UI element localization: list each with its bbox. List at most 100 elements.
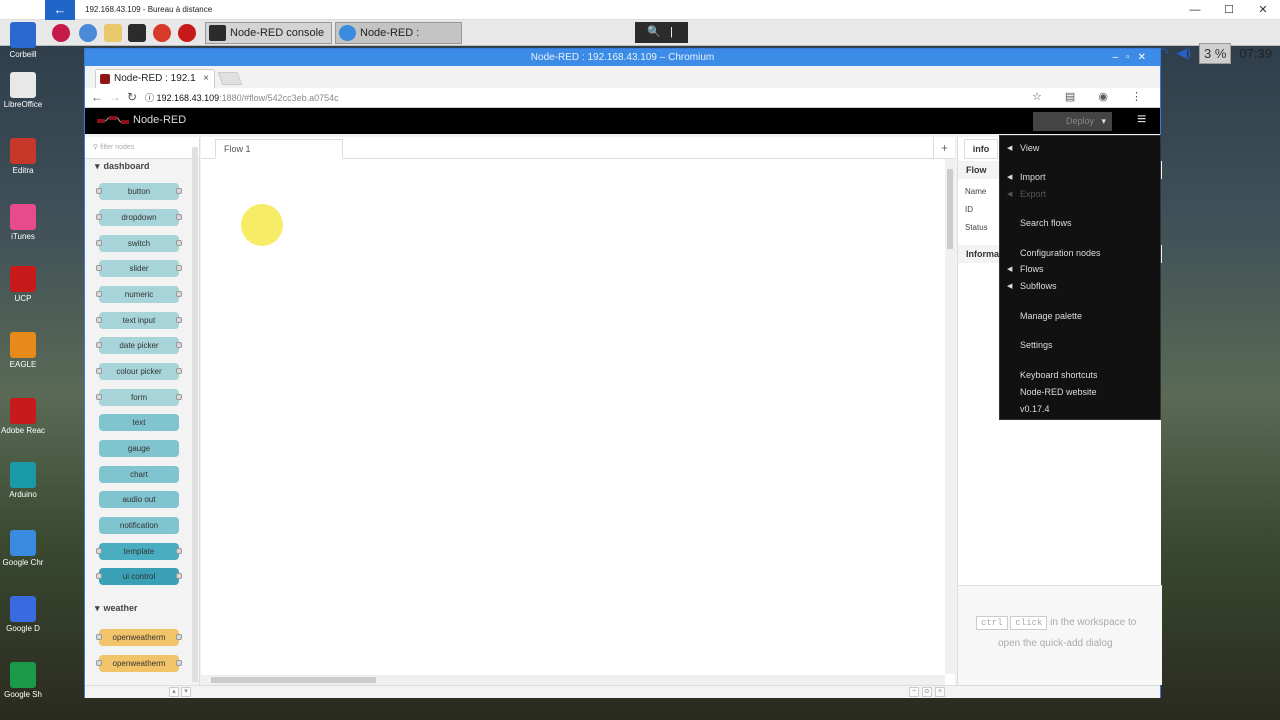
- browser-tab[interactable]: Node-RED : 192.1 ×: [95, 69, 215, 88]
- menu-item-configuration-nodes[interactable]: Configuration nodes: [1020, 248, 1101, 258]
- palette-node[interactable]: switch: [96, 235, 182, 252]
- tab-close-icon[interactable]: ×: [203, 70, 209, 88]
- desktop-icon[interactable]: Google Sh: [0, 662, 46, 699]
- browser-icon[interactable]: [79, 24, 97, 42]
- app-icon: [10, 462, 36, 488]
- app-icon: [10, 662, 36, 688]
- palette-node[interactable]: notification: [99, 517, 179, 534]
- desktop-icon-label: Arduino: [9, 490, 37, 499]
- menu-item-keyboard-shortcuts[interactable]: Keyboard shortcuts: [1020, 370, 1098, 380]
- palette-scrollbar[interactable]: [192, 147, 198, 682]
- volume-icon[interactable]: ◀): [1177, 45, 1191, 61]
- palette-node[interactable]: openweatherm: [96, 629, 182, 646]
- palette-node-label: template: [123, 547, 155, 556]
- desktop-icon[interactable]: Arduino: [0, 462, 46, 499]
- rdp-zoom-toolbar[interactable]: 🔍 | ···: [635, 22, 688, 59]
- palette-node[interactable]: text: [99, 414, 179, 431]
- add-flow-button[interactable]: +: [933, 137, 955, 159]
- palette-category-weather[interactable]: ▾ weather: [85, 601, 192, 616]
- workspace-vertical-scrollbar[interactable]: [945, 159, 955, 674]
- nodered-favicon: [100, 74, 110, 84]
- tab-flow-1[interactable]: Flow 1: [215, 139, 343, 159]
- palette-node-label: text: [132, 418, 146, 427]
- palette-expand-all-button[interactable]: ▾: [181, 687, 191, 697]
- desktop-icon[interactable]: UCP: [0, 266, 46, 303]
- desktop-icon[interactable]: LibreOffice: [0, 72, 46, 109]
- menu-item-subflows[interactable]: Subflows: [1020, 281, 1057, 291]
- palette-node[interactable]: template: [96, 543, 182, 560]
- palette-node-label: openweatherm: [112, 659, 166, 668]
- rdp-close-button[interactable]: ✕: [1246, 0, 1280, 20]
- menu-item-settings[interactable]: Settings: [1020, 340, 1053, 350]
- output-port: [176, 368, 182, 374]
- desktop-icon[interactable]: EAGLE: [0, 332, 46, 369]
- zoom-reset-button[interactable]: o: [922, 687, 932, 697]
- menu-item-view[interactable]: View: [1020, 143, 1039, 153]
- reload-icon[interactable]: ↻: [127, 90, 137, 104]
- rdp-maximize-button[interactable]: ☐: [1212, 0, 1246, 20]
- palette-node[interactable]: openweatherm: [96, 655, 182, 672]
- wolfram-icon[interactable]: [178, 24, 196, 42]
- palette-node-label: chart: [130, 470, 148, 479]
- menu-item-flows[interactable]: Flows: [1020, 264, 1044, 274]
- raspberry-menu-icon[interactable]: [52, 24, 70, 42]
- palette-node[interactable]: date picker: [96, 337, 182, 354]
- forward-icon[interactable]: →: [109, 90, 121, 104]
- output-port: [176, 660, 182, 666]
- palette-node[interactable]: numeric: [96, 286, 182, 303]
- zoom-in-button[interactable]: +: [935, 687, 945, 697]
- menu-item-manage-palette[interactable]: Manage palette: [1020, 311, 1082, 321]
- desktop-icon-label: EAGLE: [9, 360, 37, 369]
- menu-item-nodered-website[interactable]: Node-RED website: [1020, 387, 1097, 397]
- rdp-back-button[interactable]: ←: [45, 0, 75, 20]
- chevron-down-icon: ▾: [95, 603, 100, 613]
- flow-workspace[interactable]: Flow 1 +: [201, 137, 955, 685]
- desktop-icon[interactable]: Editra: [0, 138, 46, 175]
- palette-category-dashboard[interactable]: ▾ dashboard: [85, 159, 192, 174]
- menu-item-import[interactable]: Import: [1020, 172, 1046, 182]
- deploy-button[interactable]: Deploy: [1033, 112, 1112, 131]
- palette-node[interactable]: dropdown: [96, 209, 182, 226]
- desktop-icon[interactable]: Corbeill: [0, 22, 46, 59]
- back-icon[interactable]: ←: [91, 90, 103, 104]
- palette-node[interactable]: audio out: [99, 491, 179, 508]
- math-icon[interactable]: [153, 24, 171, 42]
- output-port: [176, 394, 182, 400]
- palette-node[interactable]: chart: [99, 466, 179, 483]
- window-controls[interactable]: –▫✕: [1113, 49, 1155, 66]
- palette-node[interactable]: gauge: [99, 440, 179, 457]
- toolbar-icons[interactable]: ☆ ▤ ◉ ⋮: [1032, 90, 1152, 103]
- info-icon[interactable]: ⓘ: [145, 93, 154, 103]
- menu-item-export[interactable]: Export: [1020, 189, 1046, 199]
- desktop-icon[interactable]: Adobe Reac: [0, 398, 46, 435]
- palette-node[interactable]: colour picker: [96, 363, 182, 380]
- palette-node-label: gauge: [127, 444, 151, 453]
- cursor-highlight: [241, 204, 283, 246]
- palette-filter-input[interactable]: ⚲ filter nodes: [85, 137, 199, 159]
- output-port: [176, 634, 182, 640]
- rdp-minimize-button[interactable]: —: [1178, 0, 1212, 20]
- new-tab-button[interactable]: [217, 72, 243, 85]
- menu-item-search-flows[interactable]: Search flows: [1020, 218, 1072, 228]
- desktop-icon[interactable]: Google Chr: [0, 530, 46, 567]
- desktop-icon-label: Google Sh: [4, 690, 42, 699]
- file-manager-icon[interactable]: [104, 24, 122, 42]
- palette-node[interactable]: button: [96, 183, 182, 200]
- palette-node[interactable]: text input: [96, 312, 182, 329]
- url-input[interactable]: ⓘ 192.168.43.109:1880/#flow/542cc3eb.a07…: [145, 91, 339, 104]
- desktop-icon[interactable]: Google D: [0, 596, 46, 633]
- palette-node[interactable]: slider: [96, 260, 182, 277]
- desktop-icon[interactable]: iTunes: [0, 204, 46, 241]
- terminal-icon[interactable]: [128, 24, 146, 42]
- workspace-canvas[interactable]: [201, 159, 945, 669]
- workspace-horizontal-scrollbar[interactable]: [201, 675, 945, 685]
- task-nodered-browser[interactable]: Node-RED : 192.168...: [335, 22, 462, 59]
- zoom-out-button[interactable]: −: [909, 687, 919, 697]
- palette-collapse-all-button[interactable]: ▴: [169, 687, 179, 697]
- input-port: [96, 240, 102, 246]
- main-menu-icon[interactable]: ≡: [1137, 111, 1146, 129]
- palette-node[interactable]: ui control: [96, 568, 182, 585]
- palette-node[interactable]: form: [96, 389, 182, 406]
- tab-info[interactable]: info: [964, 139, 998, 159]
- task-nodered-console[interactable]: Node-RED console: [205, 22, 332, 44]
